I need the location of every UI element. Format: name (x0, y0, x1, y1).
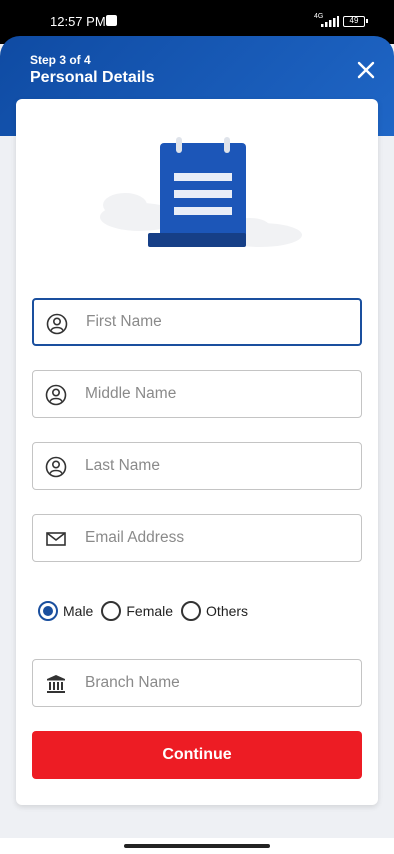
last-name-field[interactable] (32, 442, 362, 490)
radio-selected-icon[interactable] (38, 601, 58, 621)
first-name-input[interactable] (86, 300, 354, 344)
gender-radio-group: Male Female Others (38, 599, 256, 623)
continue-button[interactable]: Continue (32, 731, 362, 779)
middle-name-input[interactable] (85, 371, 353, 417)
status-time: 12:57 PM (50, 14, 106, 29)
last-name-input[interactable] (85, 443, 353, 489)
first-name-field[interactable] (32, 298, 362, 346)
radio-label: Female (126, 603, 174, 619)
battery-level: 49 (349, 16, 359, 25)
user-icon (45, 384, 67, 406)
notification-icon (106, 15, 117, 26)
mail-icon (46, 532, 66, 546)
gender-option-female[interactable]: Female (101, 601, 173, 621)
user-icon (46, 313, 68, 335)
signal-icon (321, 16, 339, 27)
email-field[interactable] (32, 514, 362, 562)
radio-label: Male (63, 603, 94, 619)
home-indicator[interactable] (124, 844, 270, 848)
document-illustration (100, 137, 302, 247)
close-icon[interactable] (354, 58, 378, 82)
gender-option-others[interactable]: Others (181, 601, 248, 621)
user-icon (45, 456, 67, 478)
branch-input[interactable] (85, 660, 353, 706)
page-title: Personal Details (30, 69, 155, 86)
radio-unselected-icon[interactable] (101, 601, 122, 621)
radio-unselected-icon[interactable] (181, 601, 202, 621)
bank-icon (47, 675, 65, 693)
step-indicator: Step 3 of 4 (30, 53, 91, 67)
middle-name-field[interactable] (32, 370, 362, 418)
email-input[interactable] (85, 515, 353, 561)
branch-field[interactable] (32, 659, 362, 707)
radio-label: Others (206, 603, 249, 619)
form-card: Male Female Others Continue (16, 99, 378, 805)
gender-option-male[interactable]: Male (38, 601, 93, 621)
battery-icon: 49 (343, 16, 368, 27)
